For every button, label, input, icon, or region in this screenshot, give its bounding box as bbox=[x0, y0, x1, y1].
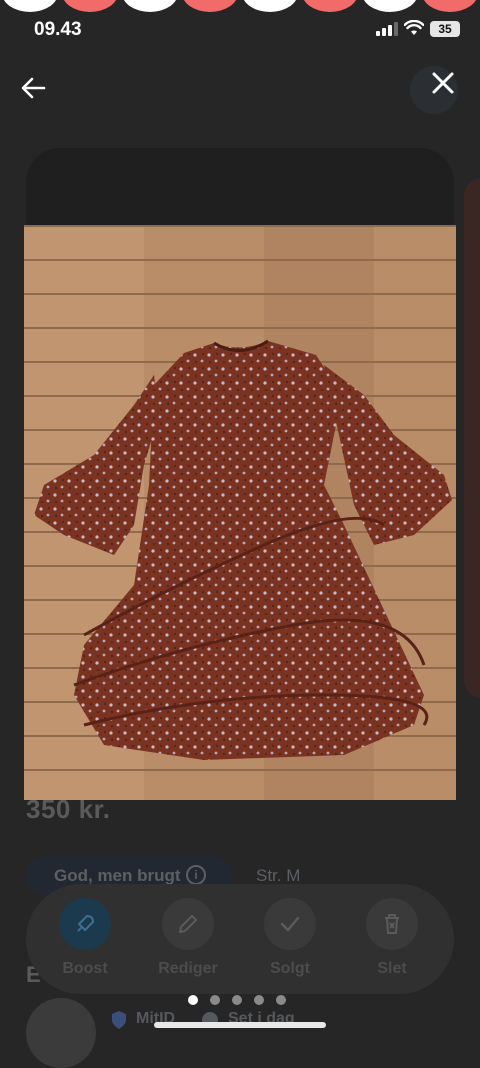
check-icon bbox=[264, 898, 316, 950]
shield-check-icon bbox=[112, 1011, 126, 1029]
pencil-icon bbox=[162, 898, 214, 950]
boost-label: Boost bbox=[62, 960, 108, 977]
home-indicator[interactable] bbox=[154, 1022, 326, 1028]
dress-photo[interactable] bbox=[24, 225, 456, 800]
trash-icon bbox=[366, 898, 418, 950]
image-pagination bbox=[188, 995, 286, 1005]
delete-button[interactable]: Slet bbox=[347, 898, 437, 978]
page-dot[interactable] bbox=[254, 995, 264, 1005]
page-dot[interactable] bbox=[188, 995, 198, 1005]
avatar[interactable] bbox=[26, 998, 96, 1068]
page-dot[interactable] bbox=[276, 995, 286, 1005]
boost-button[interactable]: Boost bbox=[40, 898, 130, 978]
status-time: 09.43 bbox=[34, 19, 82, 40]
battery-indicator: 35 bbox=[430, 21, 460, 37]
sold-label: Solgt bbox=[270, 960, 310, 977]
size-label: Str. M bbox=[256, 866, 301, 885]
condition-label: God, men brugt bbox=[54, 866, 181, 885]
page-dot[interactable] bbox=[210, 995, 220, 1005]
page-dot[interactable] bbox=[232, 995, 242, 1005]
sold-button[interactable]: Solgt bbox=[245, 898, 335, 978]
edit-label: Rediger bbox=[158, 960, 218, 977]
close-icon[interactable] bbox=[428, 68, 458, 98]
back-arrow-icon[interactable] bbox=[20, 76, 46, 100]
delete-label: Slet bbox=[377, 960, 407, 977]
info-icon[interactable]: i bbox=[186, 865, 206, 885]
next-image-peek bbox=[464, 178, 480, 698]
rocket-icon bbox=[59, 898, 111, 950]
wifi-icon bbox=[404, 20, 424, 35]
cellular-signal-icon bbox=[376, 22, 398, 36]
edit-button[interactable]: Rediger bbox=[143, 898, 233, 978]
